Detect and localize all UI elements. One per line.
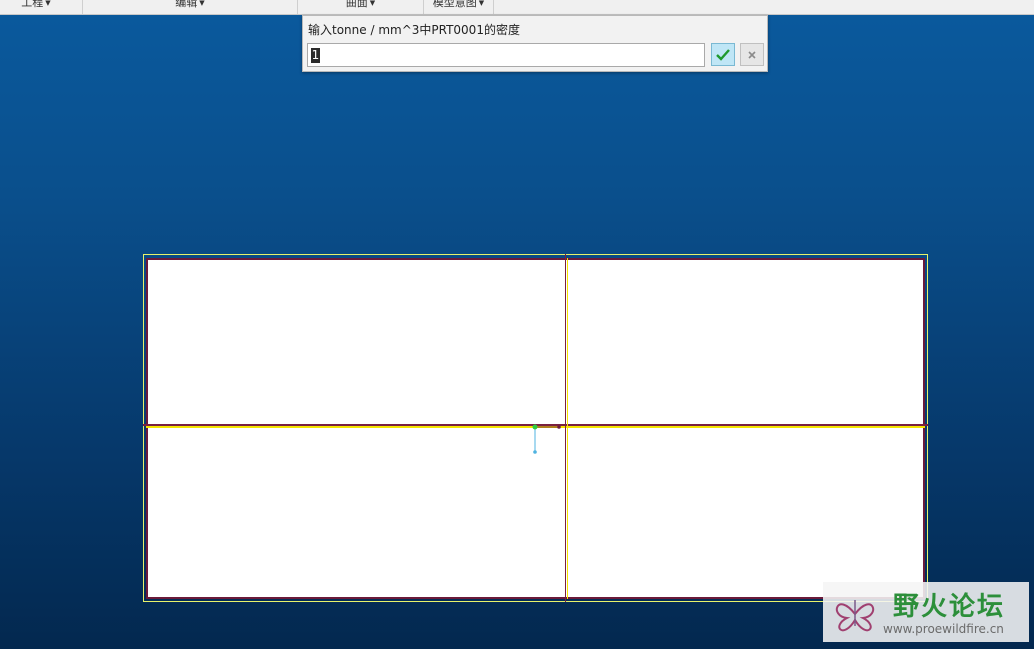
ribbon-group-model-intent[interactable]: 模型意图 ▼ [424,0,494,14]
ribbon-group-edit[interactable]: 编辑 ▼ [83,0,298,14]
ribbon-group-label: 曲面 [345,0,368,9]
forum-watermark: 野火论坛 www.proewildfire.cn [823,582,1029,642]
chevron-down-icon: ▼ [369,0,376,7]
ribbon-group-label: 编辑 [175,0,198,9]
watermark-url: www.proewildfire.cn [883,622,1004,636]
chevron-down-icon: ▼ [45,0,51,7]
accept-button[interactable] [711,43,735,66]
dialog-prompt-label: 输入tonne / mm^3中PRT0001的密度 [308,23,520,37]
coordinate-system-icon [532,424,561,454]
checkmark-icon [716,48,730,61]
ribbon-group-label: 工程 [21,0,44,9]
graphics-viewport[interactable]: 工程 ▼ 编辑 ▼ 曲面 ▼ 模型意图 ▼ 输入tonne / mm^3中PRT0001… [0,0,1034,649]
cancel-button[interactable] [740,43,764,66]
density-value-input[interactable] [307,43,705,67]
chevron-down-icon: ▼ [199,0,205,7]
density-input-dialog: 输入tonne / mm^3中PRT0001的密度 1 [302,15,768,72]
watermark-title: 野火论坛 [893,592,1006,622]
ribbon-group-engineering[interactable]: 工程 ▼ [0,0,83,14]
butterfly-logo-icon [836,600,874,632]
selected-text-highlight: 1 [311,48,320,63]
chevron-down-icon: ▼ [478,0,485,7]
ribbon-group-label: 模型意图 [432,0,477,9]
close-icon [748,50,756,59]
ribbon-group-surfaces[interactable]: 曲面 ▼ [298,0,424,14]
ribbon-bar: 工程 ▼ 编辑 ▼ 曲面 ▼ 模型意图 ▼ [0,0,1034,15]
